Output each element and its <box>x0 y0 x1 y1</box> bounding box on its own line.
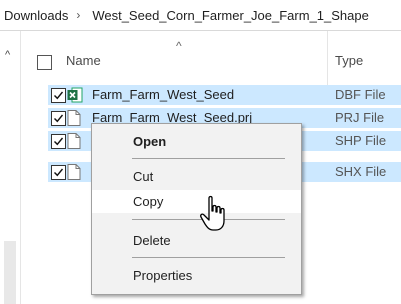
file-type: SHP File <box>335 133 387 148</box>
check-icon <box>54 168 64 177</box>
file-type: SHX File <box>335 164 387 179</box>
context-menu: Open Cut Copy Delete Properties <box>91 123 302 295</box>
menu-item-delete[interactable]: Delete <box>92 229 301 252</box>
sort-ascending-icon: ^ <box>176 39 182 53</box>
menu-item-copy[interactable]: Copy <box>92 190 301 213</box>
menu-item-label: Open <box>133 134 167 149</box>
check-icon <box>54 91 64 100</box>
breadcrumb-separator-icon: › <box>76 8 81 22</box>
column-header: ^ Name Type <box>21 31 401 89</box>
check-icon <box>54 114 64 123</box>
type-column-header[interactable]: Type <box>335 53 363 68</box>
row-checkbox[interactable] <box>51 88 66 103</box>
file-name[interactable]: Farm_Farm_West_Seed <box>92 87 234 102</box>
scroll-up-icon[interactable]: ^ <box>5 49 10 61</box>
column-divider[interactable] <box>327 31 328 89</box>
navigation-pane: ^ <box>0 31 20 304</box>
breadcrumb: Downloads › West_Seed_Corn_Farmer_Joe_Fa… <box>0 0 401 31</box>
excel-file-icon <box>67 87 83 103</box>
menu-item-label: Copy <box>133 194 164 209</box>
row-checkbox[interactable] <box>51 165 66 180</box>
hand-pointer-icon <box>200 195 225 231</box>
menu-item-properties[interactable]: Properties <box>92 264 301 287</box>
breadcrumb-folder[interactable]: West_Seed_Corn_Farmer_Joe_Farm_1_Shape <box>92 8 369 23</box>
generic-file-icon <box>67 164 82 180</box>
menu-item-label: Properties <box>133 268 193 283</box>
menu-item-label: Cut <box>133 169 154 184</box>
row-checkbox[interactable] <box>51 111 66 126</box>
file-type: PRJ File <box>335 110 385 125</box>
name-column-header[interactable]: Name <box>66 53 101 68</box>
file-type: DBF File <box>335 87 386 102</box>
select-all-checkbox[interactable] <box>37 55 52 70</box>
check-icon <box>54 137 64 146</box>
menu-separator <box>132 257 285 258</box>
menu-item-label: Delete <box>133 233 171 248</box>
generic-file-icon <box>67 133 82 149</box>
menu-separator <box>132 158 285 159</box>
generic-file-icon <box>67 110 82 126</box>
menu-item-open[interactable]: Open <box>92 130 301 153</box>
row-checkbox[interactable] <box>51 134 66 149</box>
file-row[interactable]: Farm_Farm_West_Seed DBF File <box>48 85 401 105</box>
menu-item-cut[interactable]: Cut <box>92 165 301 188</box>
scrollbar-thumb[interactable] <box>4 241 16 304</box>
breadcrumb-downloads[interactable]: Downloads <box>4 8 68 23</box>
